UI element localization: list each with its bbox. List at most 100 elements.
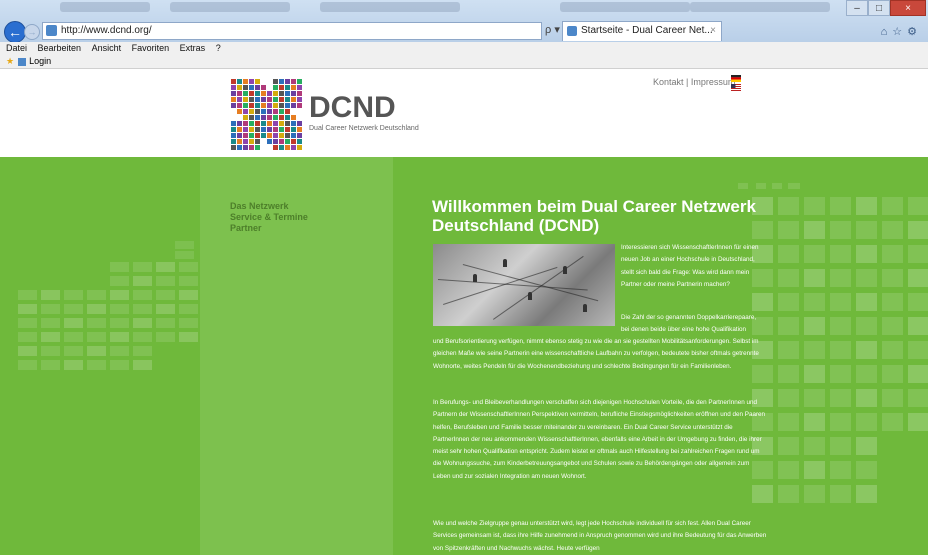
- background-tile: [882, 269, 903, 287]
- background-tile: [179, 276, 198, 286]
- browser-toolbar-icons[interactable]: ⌂☆⚙: [881, 25, 922, 38]
- logo-tile: [231, 121, 236, 126]
- background-tile: [110, 318, 129, 328]
- logo-tile: [285, 97, 290, 102]
- logo-tile: [267, 127, 272, 132]
- logo-tile: [285, 103, 290, 108]
- background-tile: [908, 221, 928, 239]
- impressum-link[interactable]: Impressum: [691, 77, 736, 87]
- background-tile: [133, 332, 152, 342]
- logo-tile: [243, 109, 248, 114]
- logo-text[interactable]: DCND: [309, 91, 396, 125]
- kontakt-link[interactable]: Kontakt: [653, 77, 684, 87]
- logo-tile: [237, 91, 242, 96]
- logo-tile: [297, 139, 302, 144]
- background-tile: [64, 290, 83, 300]
- logo-tile: [291, 79, 296, 84]
- logo-tile: [279, 97, 284, 102]
- background-tile: [908, 197, 928, 215]
- dcnd-logo-mosaic[interactable]: [231, 79, 302, 150]
- background-tile: [778, 365, 799, 383]
- background-tile: [772, 183, 782, 189]
- us-flag-icon[interactable]: [731, 84, 741, 91]
- menu-favoriten[interactable]: Favoriten: [132, 43, 170, 53]
- logo-tile: [237, 121, 242, 126]
- logo-tile: [297, 79, 302, 84]
- background-tile: [110, 276, 129, 286]
- background-tile: [882, 221, 903, 239]
- logo-tile: [237, 97, 242, 102]
- background-tile: [179, 304, 198, 314]
- menu-bearbeiten[interactable]: Bearbeiten: [38, 43, 82, 53]
- background-tile: [778, 293, 799, 311]
- logo-tile: [285, 145, 290, 150]
- logo-tile: [243, 145, 248, 150]
- background-tile: [856, 389, 877, 407]
- background-tile: [156, 276, 175, 286]
- forward-button[interactable]: →: [24, 24, 40, 40]
- background-tile: [856, 221, 877, 239]
- logo-tile: [291, 103, 296, 108]
- minimize-button[interactable]: –: [846, 0, 868, 16]
- menu-datei[interactable]: Datei: [6, 43, 27, 53]
- logo-tile: [255, 139, 260, 144]
- background-tile: [64, 360, 83, 370]
- background-tile: [804, 485, 825, 503]
- background-tile: [908, 389, 928, 407]
- address-bar[interactable]: http://www.dcnd.org/: [42, 22, 542, 40]
- logo-tile: [279, 115, 284, 120]
- close-window-button[interactable]: ×: [890, 0, 926, 16]
- german-flag-icon[interactable]: [731, 75, 741, 82]
- background-tile: [908, 245, 928, 263]
- background-tile: [882, 389, 903, 407]
- logo-tile: [273, 85, 278, 90]
- back-button[interactable]: ←: [4, 21, 26, 43]
- background-tile: [110, 332, 129, 342]
- nav-item-partner[interactable]: Partner: [230, 223, 308, 233]
- logo-tile: [273, 127, 278, 132]
- browser-tab[interactable]: Startseite - Dual Career Net... ×: [562, 21, 722, 41]
- logo-tile: [249, 85, 254, 90]
- background-tile: [778, 245, 799, 263]
- background-tile: [856, 413, 877, 431]
- logo-tile: [249, 139, 254, 144]
- logo-tile: [255, 97, 260, 102]
- background-tile: [856, 461, 877, 479]
- logo-tile: [297, 91, 302, 96]
- logo-tile: [231, 79, 236, 84]
- logo-tile: [249, 127, 254, 132]
- menu-ansicht[interactable]: Ansicht: [92, 43, 122, 53]
- menu-help[interactable]: ?: [216, 43, 221, 53]
- background-tile: [87, 346, 106, 356]
- logo-tile: [261, 133, 266, 138]
- background-tile: [110, 262, 129, 272]
- background-tile: [778, 197, 799, 215]
- background-tile: [87, 332, 106, 342]
- maximize-button[interactable]: □: [868, 0, 890, 16]
- background-tile: [908, 293, 928, 311]
- logo-tile: [237, 133, 242, 138]
- blurred-title: [690, 2, 830, 12]
- menu-bar: Datei Bearbeiten Ansicht Favoriten Extra…: [0, 42, 928, 55]
- menu-extras[interactable]: Extras: [180, 43, 206, 53]
- forward-arrow-icon: →: [27, 27, 37, 37]
- favorites-star-icon[interactable]: ★: [6, 56, 14, 66]
- background-tile: [778, 317, 799, 335]
- background-tile: [856, 365, 877, 383]
- background-tile: [110, 360, 129, 370]
- background-tile: [778, 413, 799, 431]
- background-tile: [87, 360, 106, 370]
- tab-close-button[interactable]: ×: [710, 22, 716, 40]
- window-controls: – □ ×: [846, 0, 926, 16]
- logo-tile: [237, 103, 242, 108]
- background-tile: [830, 485, 851, 503]
- background-tile: [882, 245, 903, 263]
- favorite-login-link[interactable]: Login: [29, 56, 51, 66]
- logo-tile: [267, 133, 272, 138]
- nav-item-service-termine[interactable]: Service & Termine: [230, 212, 308, 222]
- background-tile: [738, 183, 748, 189]
- background-tile: [804, 245, 825, 263]
- blurred-title: [60, 2, 150, 12]
- nav-item-das-netzwerk[interactable]: Das Netzwerk: [230, 201, 308, 211]
- url-text: http://www.dcnd.org/: [61, 25, 152, 36]
